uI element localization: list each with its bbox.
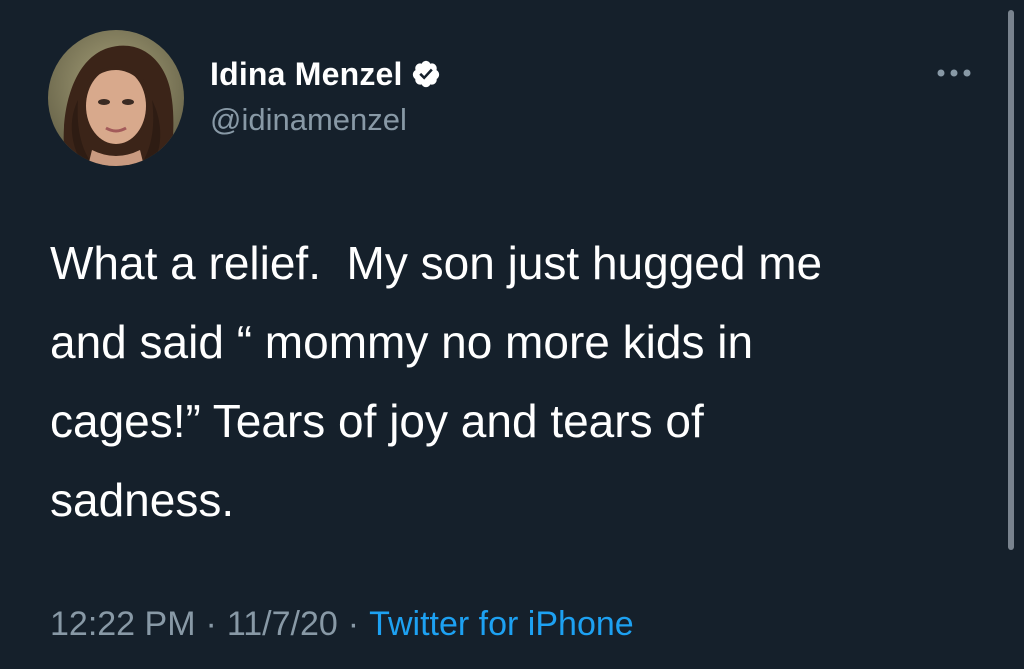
tweet-header: Idina Menzel @idinamenzel (48, 30, 441, 166)
avatar-image (48, 30, 184, 166)
tweet-metadata: 12:22 PM · 11/7/20 · Twitter for iPhone (50, 600, 634, 648)
handle[interactable]: @idinamenzel (210, 100, 441, 140)
more-options-button[interactable] (930, 58, 978, 88)
separator: · (347, 605, 360, 643)
scrollbar[interactable] (1008, 10, 1014, 550)
more-options-icon (937, 69, 971, 77)
display-name[interactable]: Idina Menzel (210, 54, 403, 94)
avatar[interactable] (48, 30, 184, 166)
tweet-source-link[interactable]: Twitter for iPhone (369, 605, 634, 643)
tweet-time[interactable]: 12:22 PM (50, 605, 196, 643)
name-row: Idina Menzel (210, 54, 441, 94)
separator: · (205, 605, 217, 643)
tweet-text: What a relief. My son just hugged me and… (50, 237, 823, 526)
author-identity: Idina Menzel @idinamenzel (210, 30, 441, 140)
verified-badge-icon (411, 59, 441, 89)
tweet-card: Idina Menzel @idinamenzel What a relief.… (0, 0, 1024, 669)
tweet-date[interactable]: 11/7/20 (227, 605, 338, 643)
